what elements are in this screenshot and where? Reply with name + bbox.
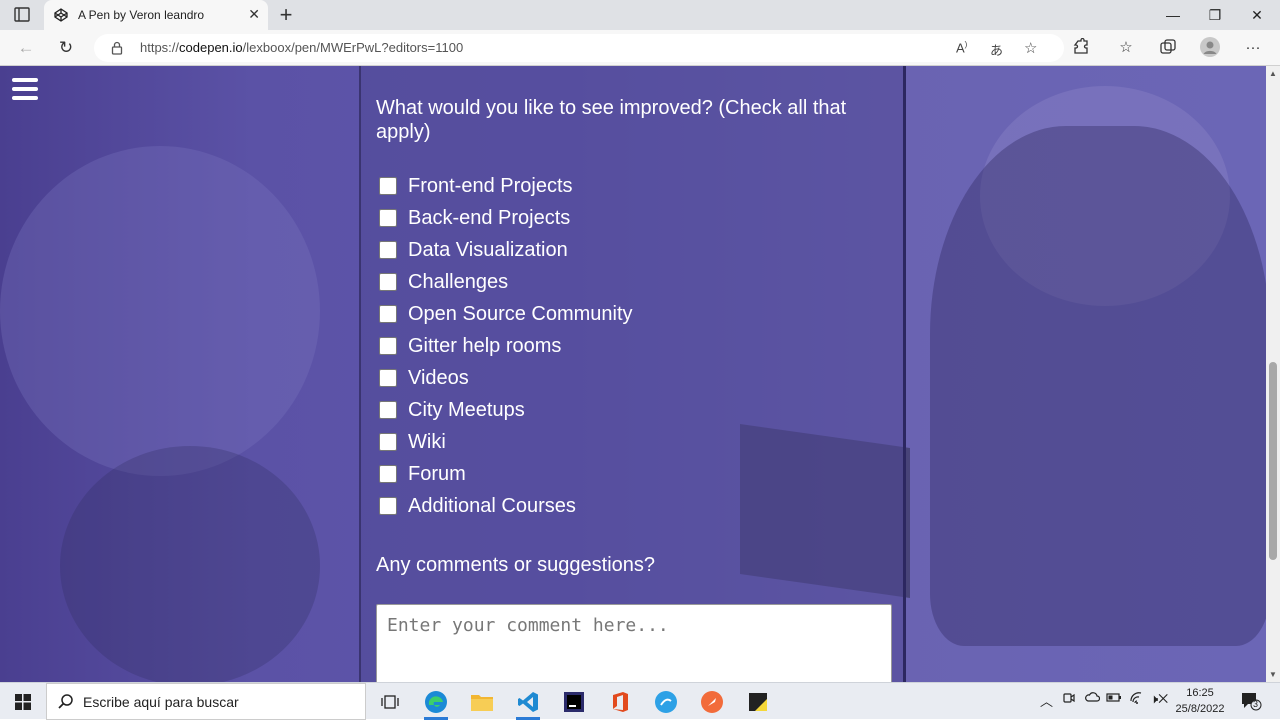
comment-textarea[interactable]: Enter your comment here... — [376, 604, 892, 682]
checkbox-label[interactable]: Data Visualization — [408, 239, 568, 262]
checkbox-item[interactable]: Data Visualization — [379, 234, 568, 266]
jetbrains-icon[interactable] — [554, 686, 594, 718]
edge-browser-icon[interactable] — [416, 686, 456, 720]
taskbar-clock[interactable]: 16:25 25/8/2022 — [1170, 685, 1230, 717]
collections-icon[interactable] — [1157, 36, 1179, 58]
new-tab-button[interactable]: + — [276, 3, 296, 27]
checkbox-item[interactable]: Challenges — [379, 266, 508, 298]
browser-titlebar: A Pen by Veron leandro ✕ + — ❐ ✕ — [0, 0, 1280, 30]
postman-icon[interactable] — [692, 686, 732, 718]
checkbox-item[interactable]: City Meetups — [379, 394, 525, 426]
survey-form: What would you like to see improved? (Ch… — [359, 66, 906, 682]
close-window-icon[interactable]: ✕ — [1236, 0, 1278, 30]
windows-start-icon[interactable] — [0, 683, 46, 720]
profile-avatar[interactable] — [1199, 36, 1221, 58]
checkbox[interactable] — [379, 305, 397, 323]
extensions-icon[interactable] — [1070, 36, 1092, 58]
checkbox-label[interactable]: Back-end Projects — [408, 207, 570, 230]
scrollbar-thumb[interactable] — [1269, 362, 1277, 560]
checkbox-label[interactable]: Wiki — [408, 431, 446, 454]
checkbox-item[interactable]: Forum — [379, 458, 466, 490]
back-icon[interactable]: ← — [14, 36, 38, 60]
chat-app-icon[interactable] — [646, 686, 686, 718]
comments-label: Any comments or suggestions? — [376, 554, 656, 576]
checkbox-label[interactable]: Open Source Community — [408, 303, 633, 326]
tab-close-icon[interactable]: ✕ — [248, 6, 260, 23]
meet-now-icon[interactable] — [1062, 691, 1076, 708]
background-shape — [930, 126, 1266, 646]
hamburger-menu-icon[interactable] — [12, 78, 38, 100]
page-scrollbar[interactable]: ▲ ▼ — [1266, 66, 1280, 682]
add-favorite-icon[interactable]: ☆ — [1024, 39, 1037, 57]
checkbox-label[interactable]: City Meetups — [408, 399, 525, 422]
taskbar-search[interactable]: Escribe aquí para buscar — [46, 683, 366, 720]
scroll-down-icon[interactable]: ▼ — [1269, 670, 1277, 679]
checkbox-item[interactable]: Open Source Community — [379, 298, 633, 330]
search-icon — [57, 693, 75, 711]
windows-taskbar: Escribe aquí para buscar ︿ 🕨✕ 16:25 25/8… — [0, 682, 1280, 720]
browser-tab[interactable]: A Pen by Veron leandro ✕ — [44, 0, 268, 30]
tab-actions-icon[interactable] — [10, 6, 34, 24]
checkbox[interactable] — [379, 177, 397, 195]
background-image — [0, 146, 320, 476]
checkbox-item[interactable]: Gitter help rooms — [379, 330, 561, 362]
minimize-icon[interactable]: — — [1152, 0, 1194, 30]
url-bar[interactable]: https://codepen.io/lexboox/pen/MWErPwL?e… — [94, 34, 1064, 62]
office-icon[interactable] — [600, 686, 640, 718]
checkbox-item[interactable]: Additional Courses — [379, 490, 576, 522]
battery-icon[interactable] — [1106, 691, 1122, 706]
reload-icon[interactable]: ↻ — [54, 36, 78, 60]
checkbox[interactable] — [379, 209, 397, 227]
checkbox[interactable] — [379, 241, 397, 259]
clock-time: 16:25 — [1186, 687, 1214, 699]
improvements-question: What would you like to see improved? (Ch… — [376, 97, 847, 143]
tab-title: A Pen by Veron leandro — [78, 8, 205, 22]
codepen-icon — [54, 8, 68, 22]
checkbox[interactable] — [379, 273, 397, 291]
wifi-icon[interactable] — [1129, 691, 1145, 708]
checkbox-item[interactable]: Videos — [379, 362, 469, 394]
checkbox-label[interactable]: Additional Courses — [408, 495, 576, 518]
checkbox-label[interactable]: Videos — [408, 367, 469, 390]
background-shape — [60, 446, 320, 682]
restore-icon[interactable]: ❐ — [1194, 0, 1236, 30]
checkbox-label[interactable]: Front-end Projects — [408, 175, 573, 198]
translate-icon[interactable]: あ — [990, 40, 1003, 59]
sticky-notes-icon[interactable] — [738, 686, 778, 718]
clock-date: 25/8/2022 — [1175, 703, 1225, 715]
volume-muted-icon[interactable]: 🕨✕ — [1150, 691, 1168, 707]
show-hidden-icons[interactable]: ︿ — [1040, 691, 1053, 710]
scroll-up-icon[interactable]: ▲ — [1269, 69, 1277, 78]
checkbox-label[interactable]: Gitter help rooms — [408, 335, 561, 358]
checkbox[interactable] — [379, 433, 397, 451]
read-aloud-icon[interactable]: A) — [956, 40, 967, 55]
vscode-icon[interactable] — [508, 686, 548, 720]
checkbox[interactable] — [379, 465, 397, 483]
checkbox-label[interactable]: Challenges — [408, 271, 508, 294]
checkbox[interactable] — [379, 401, 397, 419]
checkbox-label[interactable]: Forum — [408, 463, 466, 486]
file-explorer-icon[interactable] — [462, 686, 502, 718]
checkbox[interactable] — [379, 369, 397, 387]
notifications-icon[interactable]: 3 — [1240, 691, 1262, 711]
checkbox-item[interactable]: Back-end Projects — [379, 202, 570, 234]
checkbox[interactable] — [379, 337, 397, 355]
checkbox-item[interactable]: Wiki — [379, 426, 446, 458]
lock-icon[interactable] — [110, 41, 124, 55]
search-placeholder: Escribe aquí para buscar — [83, 694, 239, 710]
notification-count: 3 — [1253, 699, 1259, 709]
task-view-icon[interactable] — [370, 686, 410, 718]
url-text[interactable]: https://codepen.io/lexboox/pen/MWErPwL?e… — [140, 40, 463, 55]
onedrive-icon[interactable] — [1084, 691, 1101, 706]
page-viewport: What would you like to see improved? (Ch… — [0, 66, 1266, 682]
checkbox[interactable] — [379, 497, 397, 515]
more-menu-icon[interactable]: ··· — [1242, 36, 1264, 58]
checkbox-item[interactable]: Front-end Projects — [379, 170, 573, 202]
favorites-icon[interactable]: ☆ — [1115, 36, 1137, 58]
